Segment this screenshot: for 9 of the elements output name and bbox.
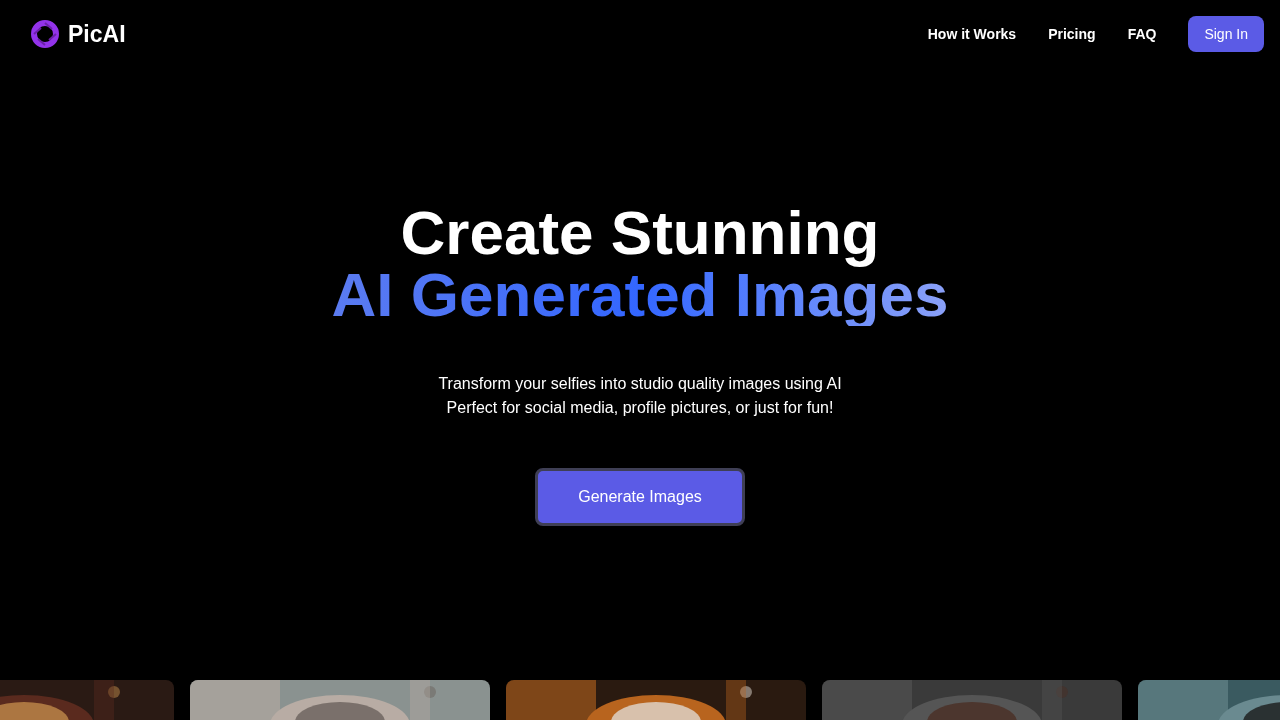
nav-link[interactable]: How it Works [927,23,1017,45]
sign-in-button[interactable]: Sign In [1188,16,1264,52]
nav-link[interactable]: FAQ [1127,23,1157,45]
hero-subtitle: Transform your selfies into studio quality images using AI [438,374,842,394]
logo-text: PicAI [68,19,126,49]
nav-link[interactable]: Pricing [1048,23,1096,45]
aperture-logo-icon [30,19,60,49]
generate-images-button[interactable]: Generate Images [535,468,745,526]
hero-subtitle: Perfect for social media, profile pictures, or just for fun! [446,398,834,418]
